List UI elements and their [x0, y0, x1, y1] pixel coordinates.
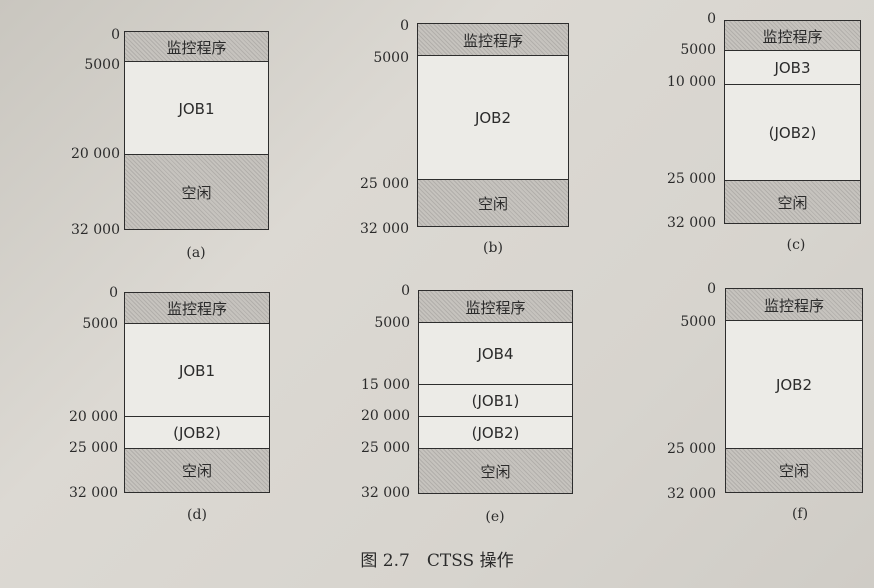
panel-label: (a) [186, 245, 206, 261]
job-block: JOB3 [724, 50, 861, 86]
address-label: 5000 [680, 42, 716, 58]
address-label: 5000 [82, 316, 118, 332]
address-label: 5000 [374, 315, 410, 331]
address-label: 0 [707, 11, 716, 27]
job-block: JOB2 [417, 55, 569, 181]
free-block: 空闲 [417, 179, 569, 227]
panel-label: (f) [791, 506, 809, 522]
panel-label: (b) [483, 240, 503, 256]
figure-caption: 图 2.7 CTSS 操作 [360, 551, 514, 571]
panel-label: (e) [485, 509, 505, 525]
address-label: 25 000 [69, 440, 118, 456]
address-label: 0 [401, 283, 410, 299]
job-block: (JOB1) [418, 384, 573, 418]
address-label: 25 000 [667, 171, 716, 187]
address-label: 32 000 [667, 215, 716, 231]
free-block: 空闲 [725, 448, 863, 493]
job-block: JOB4 [418, 322, 573, 386]
address-label: 32 000 [360, 221, 409, 237]
monitor-block: 监控程序 [725, 288, 863, 322]
job-block: (JOB2) [724, 84, 861, 182]
monitor-block: 监控程序 [724, 20, 861, 52]
address-label: 25 000 [360, 176, 409, 192]
address-label: 0 [707, 281, 716, 297]
address-label: 32 000 [361, 485, 410, 501]
address-label: 32 000 [71, 222, 120, 238]
job-block: JOB1 [124, 61, 269, 156]
address-label: 20 000 [361, 408, 410, 424]
address-label: 5000 [680, 314, 716, 330]
monitor-block: 监控程序 [417, 23, 569, 57]
monitor-block: 监控程序 [418, 290, 573, 324]
address-label: 32 000 [667, 486, 716, 502]
free-block: 空闲 [124, 154, 269, 230]
address-label: 20 000 [71, 146, 120, 162]
address-label: 0 [111, 27, 120, 43]
panel-label: (c) [786, 237, 806, 253]
job-block: JOB1 [124, 323, 270, 418]
free-block: 空闲 [418, 448, 573, 494]
address-label: 25 000 [361, 440, 410, 456]
address-label: 0 [109, 285, 118, 301]
monitor-block: 监控程序 [124, 292, 270, 325]
address-label: 15 000 [361, 377, 410, 393]
job-block: (JOB2) [418, 416, 573, 450]
panel-label: (d) [187, 507, 207, 523]
address-label: 25 000 [667, 441, 716, 457]
free-block: 空闲 [124, 448, 270, 493]
job-block: JOB2 [725, 320, 863, 450]
address-label: 20 000 [69, 409, 118, 425]
address-label: 10 000 [667, 74, 716, 90]
address-label: 32 000 [69, 485, 118, 501]
monitor-block: 监控程序 [124, 31, 269, 63]
free-block: 空闲 [724, 180, 861, 224]
address-label: 5000 [373, 50, 409, 66]
address-label: 5000 [84, 57, 120, 73]
job-block: (JOB2) [124, 416, 270, 450]
address-label: 0 [400, 18, 409, 34]
